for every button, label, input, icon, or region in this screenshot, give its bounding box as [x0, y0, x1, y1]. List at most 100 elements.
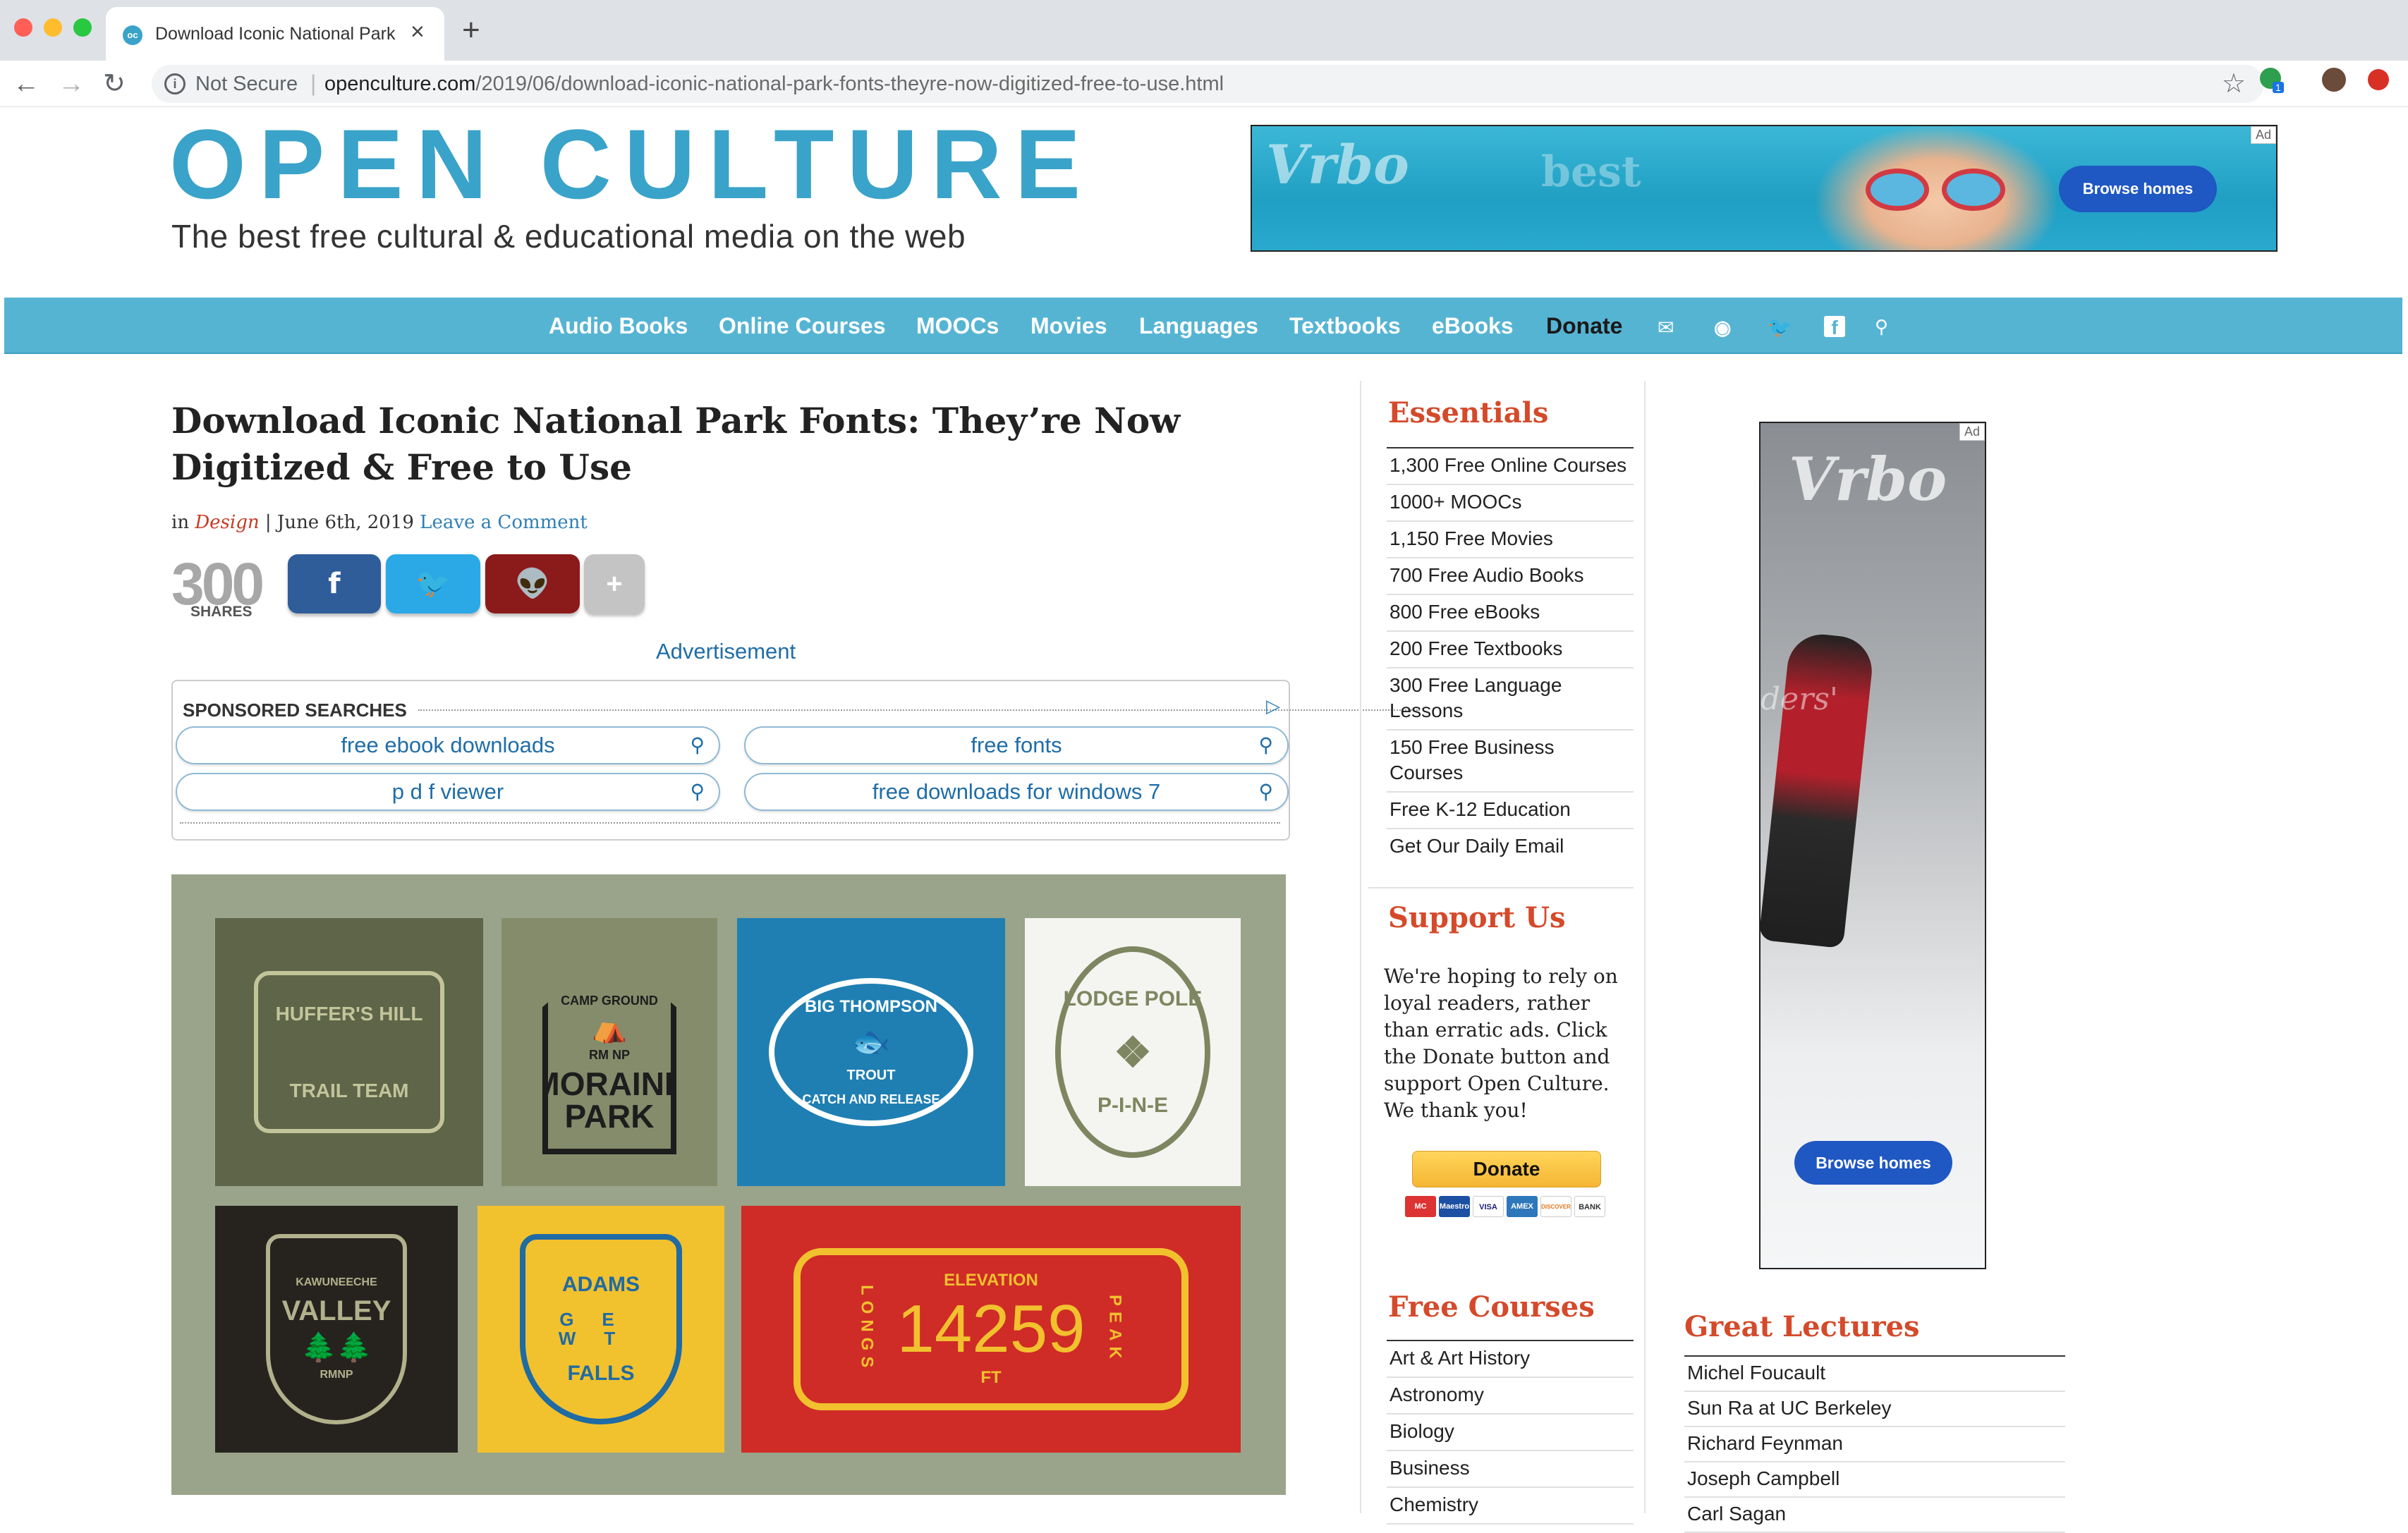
reload-icon[interactable]: ↻ [103, 66, 126, 102]
emblem-text: KAWUNEECHE [296, 1276, 377, 1289]
nav-languages[interactable]: Languages [1139, 313, 1258, 339]
lecture-item[interactable]: Sun Ra at UC Berkeley [1684, 1392, 2065, 1427]
dotted-divider [180, 822, 1280, 824]
ad-browse-homes-button[interactable]: Browse homes [1794, 1141, 1952, 1185]
twitter-share-button[interactable]: 🐦 [386, 554, 480, 613]
card-icon: BANK [1574, 1196, 1605, 1217]
tile-kawuneeche-valley: KAWUNEECHE VALLEY 🌲🌲 RMNP [215, 1206, 458, 1453]
emblem-text: ELEVATION [944, 1271, 1038, 1290]
ad-browse-homes-button[interactable]: Browse homes [2059, 166, 2217, 212]
address-bar[interactable]: i Not Secure | openculture.com/2019/06/d… [152, 65, 2264, 103]
forward-icon[interactable]: → [58, 66, 85, 102]
emblem-text: BIG THOMPSON [804, 997, 937, 1017]
essentials-item[interactable]: 800 Free eBooks [1387, 595, 1634, 632]
ad-tag[interactable]: Ad [1959, 423, 1985, 441]
back-icon[interactable]: ← [13, 66, 39, 102]
emblem-text: CAMP GROUND [561, 994, 658, 1008]
info-icon[interactable]: i [164, 73, 186, 94]
profile-avatar[interactable] [2322, 68, 2346, 92]
twitter-icon[interactable]: 🐦 [1768, 316, 1792, 339]
facebook-share-button[interactable]: f [288, 554, 381, 613]
bookmark-star-icon[interactable]: ☆ [2222, 68, 2246, 99]
essentials-item[interactable]: Get Our Daily Email [1387, 829, 1634, 865]
essentials-item[interactable]: Free K-12 Education [1387, 793, 1634, 829]
rss-icon[interactable]: ◉ [1714, 316, 1731, 339]
sidebar-ad[interactable]: Vrbo ders' Browse homes Ad [1759, 422, 1986, 1269]
lecture-item[interactable]: Carl Sagan [1684, 1498, 2065, 1533]
course-item[interactable]: Biology [1387, 1415, 1634, 1451]
article-date: | June 6th, 2019 [259, 512, 420, 533]
tile-lodge-pole-pine: LODGE POLE ❖ P-I-N-E [1025, 918, 1241, 1186]
sponsored-search-4[interactable]: free downloads for windows 7 ⚲ [744, 773, 1289, 811]
article-meta: in Design | June 6th, 2019 Leave a Comme… [171, 512, 588, 533]
course-item[interactable]: Business [1387, 1451, 1634, 1488]
search-icon[interactable]: ⚲ [1875, 316, 1888, 338]
lecture-item[interactable]: Michel Foucault [1684, 1355, 2065, 1392]
course-item[interactable]: Art & Art History [1387, 1340, 1634, 1378]
share-label: SHARES [190, 604, 253, 620]
essentials-item[interactable]: 200 Free Textbooks [1387, 632, 1634, 668]
adchoices-icon[interactable]: ▷ [1266, 695, 1280, 717]
course-item[interactable]: Chemistry [1387, 1488, 1634, 1525]
essentials-item[interactable]: 150 Free Business Courses [1387, 731, 1634, 793]
maximize-window-icon[interactable] [73, 18, 92, 37]
nav-moocs[interactable]: MOOCs [916, 313, 999, 339]
essentials-item[interactable]: 1000+ MOOCs [1387, 485, 1634, 522]
goggle-right [1942, 169, 2005, 211]
sponsored-search-2[interactable]: free fonts ⚲ [744, 726, 1289, 764]
banner-ad[interactable]: Vrbo best Browse homes Ad [1251, 125, 2278, 252]
national-park-fonts-image: HUFFER'S HILL TRAIL TEAM CAMP GROUND ⛺ R… [171, 874, 1286, 1495]
site-logo[interactable]: OPEN CULTURE [169, 115, 1093, 214]
emblem-text: GE WT [558, 1308, 644, 1349]
reddit-icon: 👽 [515, 568, 550, 599]
tile-moraine-park: CAMP GROUND ⛺ RM NP MORAINE PARK [501, 918, 717, 1186]
donate-button[interactable]: Donate [1412, 1151, 1601, 1187]
nav-ebooks[interactable]: eBooks [1432, 313, 1514, 339]
emblem-text: HUFFER'S HILL [275, 1002, 423, 1025]
leave-comment-link[interactable]: Leave a Comment [420, 512, 588, 533]
close-window-icon[interactable] [14, 18, 32, 37]
browser-tabstrip: oc Download Iconic National Park × + [0, 0, 2408, 61]
nav-textbooks[interactable]: Textbooks [1289, 313, 1401, 339]
lecture-item[interactable]: Joseph Campbell [1684, 1462, 2065, 1498]
nav-donate[interactable]: Donate [1546, 313, 1622, 339]
lecture-item[interactable]: Richard Feynman [1684, 1427, 2065, 1462]
close-tab-icon[interactable]: × [411, 18, 425, 46]
url-text: openculture.com/2019/06/download-iconic-… [324, 73, 1224, 96]
update-icon[interactable] [2368, 69, 2389, 90]
essentials-item[interactable]: 300 Free Language Lessons [1387, 668, 1634, 731]
search-icon: ⚲ [1258, 734, 1273, 756]
big-thompson-emblem: BIG THOMPSON 🐟 TROUT CATCH AND RELEASE [769, 978, 973, 1126]
sponsored-search-1[interactable]: free ebook downloads ⚲ [176, 726, 720, 764]
elevation-block: ELEVATION 14259 FT [897, 1271, 1086, 1386]
ad-image [1761, 630, 1875, 949]
mail-icon[interactable]: ✉ [1658, 316, 1674, 339]
category-link[interactable]: Design [195, 512, 259, 533]
meta-in: in [171, 512, 190, 533]
course-item[interactable]: Astronomy [1387, 1378, 1634, 1415]
new-tab-icon[interactable]: + [462, 13, 480, 48]
ad-overlay-text: ders' [1761, 681, 1838, 717]
payment-cards: MC Maestro VISA AMEX DISCOVER BANK [1405, 1196, 1605, 1217]
card-icon: MC [1405, 1196, 1436, 1217]
nav-online-courses[interactable]: Online Courses [719, 313, 886, 339]
pinecone-icon: ❖ [1114, 1028, 1152, 1076]
advertisement-label: Advertisement [656, 639, 796, 664]
minimize-window-icon[interactable] [44, 18, 62, 37]
nav-movies[interactable]: Movies [1030, 313, 1107, 339]
free-courses-heading: Free Courses [1388, 1290, 1595, 1324]
emblem-text: TRAIL TEAM [289, 1080, 409, 1101]
search-icon: ⚲ [690, 734, 705, 756]
search-term: free downloads for windows 7 [872, 779, 1161, 804]
browser-tab[interactable]: oc Download Iconic National Park × [106, 7, 444, 61]
facebook-icon[interactable]: f [1824, 316, 1845, 338]
more-share-button[interactable]: + [584, 554, 645, 613]
ad-tag[interactable]: Ad [2250, 126, 2276, 144]
essentials-item[interactable]: 1,300 Free Online Courses [1387, 447, 1634, 485]
nav-audio-books[interactable]: Audio Books [549, 313, 688, 339]
tile-adams-falls: ADAMS GE WT FALLS [478, 1206, 724, 1453]
reddit-share-button[interactable]: 👽 [485, 554, 580, 613]
sponsored-search-3[interactable]: p d f viewer ⚲ [176, 773, 720, 811]
essentials-item[interactable]: 1,150 Free Movies [1387, 522, 1634, 558]
essentials-item[interactable]: 700 Free Audio Books [1387, 558, 1634, 595]
